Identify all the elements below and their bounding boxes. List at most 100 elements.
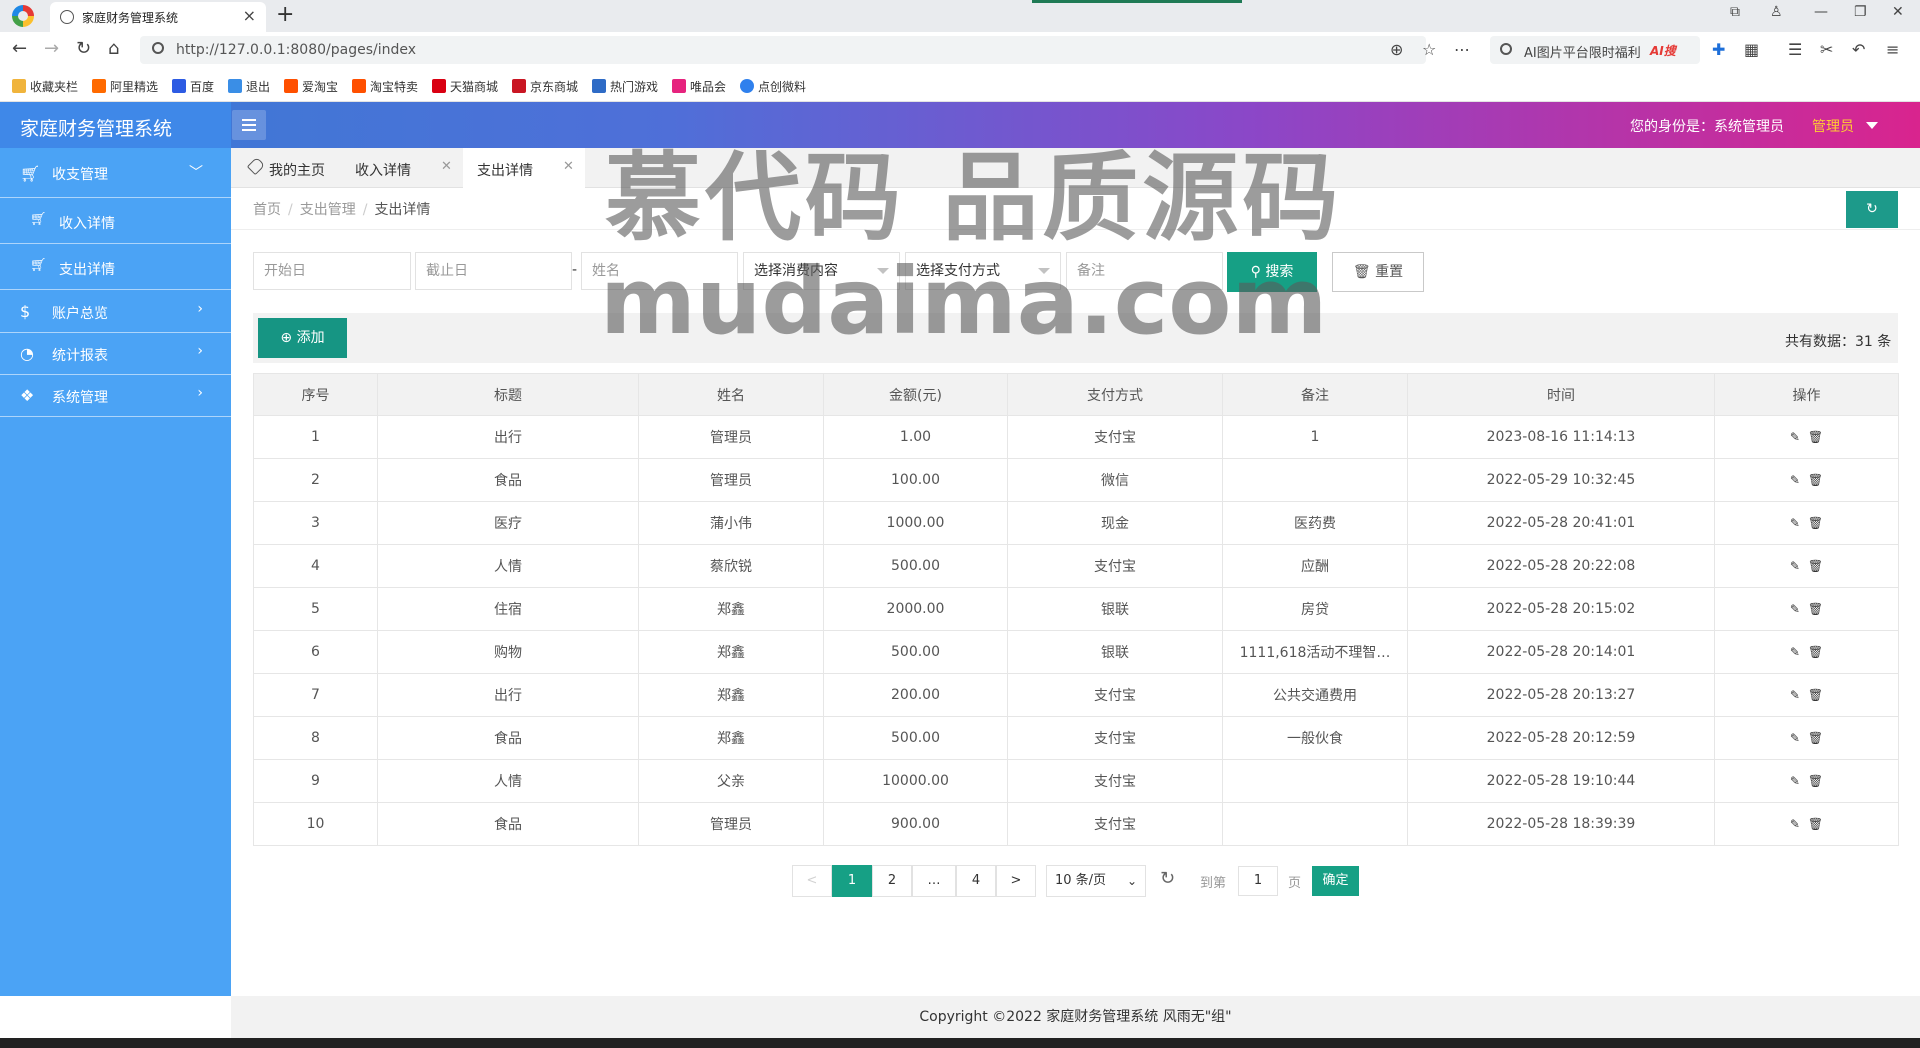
row-actions: ✎ 🗑︎ xyxy=(1714,458,1899,502)
goto-page-input[interactable]: 1 xyxy=(1238,866,1278,896)
edit-icon[interactable]: ✎ xyxy=(1790,602,1800,616)
breadcrumb-expense[interactable]: 支出管理 xyxy=(300,202,356,218)
table-cell: 500.00 xyxy=(823,716,1008,760)
tab-expense-detail[interactable]: 支出详情 ✕ xyxy=(463,148,585,188)
edit-icon[interactable]: ✎ xyxy=(1790,516,1800,530)
end-date-input[interactable]: 截止日 xyxy=(415,252,572,290)
close-icon[interactable]: ✕ xyxy=(563,159,574,174)
hot-search-badge: AI搜 xyxy=(1650,44,1676,58)
table-cell: 人情 xyxy=(377,544,639,588)
add-button[interactable]: ⊕ 添加 xyxy=(258,318,347,358)
page-size-select[interactable]: 10 条/页 ⌄ xyxy=(1046,865,1146,897)
minimize-icon[interactable]: — xyxy=(1814,4,1828,20)
tab-home[interactable]: 我的主页 xyxy=(231,148,341,188)
sidebar-item-reports[interactable]: ◔ 统计报表 › xyxy=(0,333,231,375)
refresh-icon[interactable]: ↻ xyxy=(1160,868,1175,889)
shirt-icon[interactable]: ♙ xyxy=(1770,4,1783,20)
hamburger-line xyxy=(242,119,256,121)
sidebar-item-income-expense[interactable]: 🛒︎ 收支管理 ﹀ xyxy=(0,148,231,198)
sidebar-item-income-detail[interactable]: 🛒︎ 收入详情 xyxy=(0,198,231,244)
delete-icon[interactable]: 🗑︎ xyxy=(1808,688,1823,702)
bookmark-item[interactable]: 点创微料 xyxy=(740,78,806,95)
close-icon[interactable]: × xyxy=(243,6,256,25)
bookmark-item[interactable]: 唯品会 xyxy=(672,78,726,95)
bookmark-item[interactable]: 阿里精选 xyxy=(92,78,158,95)
restore-icon[interactable]: ❐ xyxy=(1854,4,1867,20)
page-button[interactable]: 1 xyxy=(832,865,872,897)
breadcrumb-separator: / xyxy=(362,202,368,218)
delete-icon[interactable]: 🗑︎ xyxy=(1808,774,1823,788)
zoom-icon[interactable]: ⊕ xyxy=(1390,40,1403,59)
bookmark-item[interactable]: 退出 xyxy=(228,78,270,95)
bookmark-item[interactable]: 天猫商城 xyxy=(432,78,498,95)
delete-icon[interactable]: 🗑︎ xyxy=(1808,602,1823,616)
address-bar[interactable]: http://127.0.0.1:8080/pages/index ⊕ xyxy=(140,36,1426,64)
breadcrumb-home[interactable]: 首页 xyxy=(253,202,281,218)
logo-area: 家庭财务管理系统 xyxy=(0,102,231,148)
vip-icon xyxy=(672,79,686,93)
edit-icon[interactable]: ✎ xyxy=(1790,774,1800,788)
sidebar-item-expense-detail[interactable]: 🛒︎ 支出详情 xyxy=(0,244,231,290)
delete-icon[interactable]: 🗑︎ xyxy=(1808,430,1823,444)
edit-icon[interactable]: ✎ xyxy=(1790,731,1800,745)
apps-icon: ❖ xyxy=(20,386,35,405)
prev-page-button[interactable]: < xyxy=(792,865,832,897)
tab-income-detail[interactable]: 收入详情 ✕ xyxy=(341,148,463,188)
menu-icon[interactable]: ≡ xyxy=(1886,40,1899,59)
menu-toggle-button[interactable] xyxy=(232,110,266,140)
forward-icon[interactable]: → xyxy=(44,38,59,59)
search-suggest-text: AI图片平台限时福利 xyxy=(1524,46,1641,61)
bookmark-label: 热门游戏 xyxy=(610,80,659,94)
delete-icon[interactable]: 🗑︎ xyxy=(1808,817,1823,831)
delete-icon[interactable]: 🗑︎ xyxy=(1808,516,1823,530)
bookmark-item[interactable]: 淘宝特卖 xyxy=(352,78,418,95)
star-icon[interactable]: ☆ xyxy=(1422,40,1436,59)
scissors-icon[interactable]: ✂ xyxy=(1820,40,1833,59)
edit-icon[interactable]: ✎ xyxy=(1790,430,1800,444)
bookmark-item[interactable]: 爱淘宝 xyxy=(284,78,338,95)
edit-icon[interactable]: ✎ xyxy=(1790,645,1800,659)
sidebar-item-label: 账户总览 xyxy=(52,306,108,322)
bookmark-item[interactable]: 热门游戏 xyxy=(592,78,658,95)
cart-icon: 🛒︎ xyxy=(30,212,47,227)
confirm-button[interactable]: 确定 xyxy=(1312,866,1359,896)
delete-icon[interactable]: 🗑︎ xyxy=(1808,645,1823,659)
undo-icon[interactable]: ↶ xyxy=(1852,40,1865,59)
browser-tab[interactable]: 家庭财务管理系统 × xyxy=(50,2,266,32)
home-icon[interactable]: ⌂ xyxy=(108,38,119,59)
role-dropdown[interactable]: 管理员 xyxy=(1812,116,1854,136)
delete-icon[interactable]: 🗑︎ xyxy=(1808,731,1823,745)
more-icon[interactable]: ⋯ xyxy=(1454,40,1470,59)
reset-button[interactable]: 🗑︎ 重置 xyxy=(1332,252,1424,292)
delete-icon[interactable]: 🗑︎ xyxy=(1808,473,1823,487)
new-tab-button[interactable]: + xyxy=(276,2,294,27)
table-cell: 应酬 xyxy=(1222,544,1408,588)
start-date-input[interactable]: 开始日 xyxy=(253,252,411,290)
caret-down-icon[interactable] xyxy=(1866,122,1878,129)
sidebar-item-system[interactable]: ❖ 系统管理 › xyxy=(0,375,231,417)
bookmark-item[interactable]: 百度 xyxy=(172,78,214,95)
tab-list-icon[interactable]: ⧉ xyxy=(1730,4,1740,20)
refresh-button[interactable]: ↻ xyxy=(1846,191,1898,228)
bookmark-item[interactable]: 京东商城 xyxy=(512,78,578,95)
sidebar-item-accounts[interactable]: $ 账户总览 › xyxy=(0,291,231,333)
page-button[interactable]: 4 xyxy=(956,865,996,897)
browser-search-box[interactable]: AI图片平台限时福利 AI搜 xyxy=(1490,36,1700,64)
edit-icon[interactable]: ✎ xyxy=(1790,817,1800,831)
apps-icon[interactable]: ▦ xyxy=(1744,40,1759,59)
close-window-icon[interactable]: ✕ xyxy=(1892,4,1904,20)
edit-icon[interactable]: ✎ xyxy=(1790,559,1800,573)
bookmark-item[interactable]: 收藏夹栏 xyxy=(12,78,78,95)
edit-icon[interactable]: ✎ xyxy=(1790,473,1800,487)
total-count: 共有数据：31 条 xyxy=(1785,334,1892,350)
back-icon[interactable]: ← xyxy=(12,38,27,59)
reload-icon[interactable]: ↻ xyxy=(76,38,91,59)
close-icon[interactable]: ✕ xyxy=(441,159,452,174)
delete-icon[interactable]: 🗑︎ xyxy=(1808,559,1823,573)
edit-icon[interactable]: ✎ xyxy=(1790,688,1800,702)
page-button[interactable]: 2 xyxy=(872,865,912,897)
favorites-icon[interactable]: ☰ xyxy=(1788,40,1802,59)
next-page-button[interactable]: > xyxy=(996,865,1036,897)
row-actions: ✎ 🗑︎ xyxy=(1714,759,1899,803)
puzzle-icon[interactable]: ✚ xyxy=(1712,40,1725,59)
